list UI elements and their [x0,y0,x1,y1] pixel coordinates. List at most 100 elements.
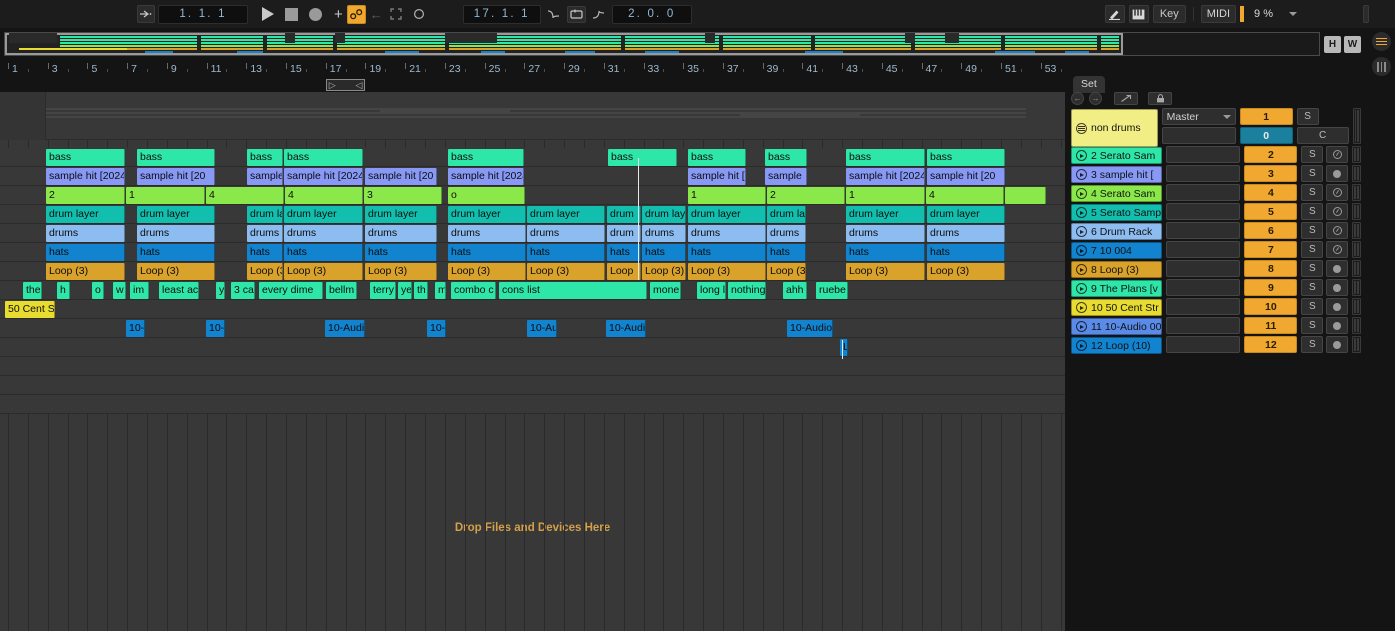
arrangement-clip[interactable]: hats [46,244,125,261]
arrangement-clip[interactable]: drum [607,206,641,223]
arrangement-clip[interactable]: ye [398,282,412,299]
track-output-selector[interactable] [1166,222,1241,239]
arrangement-clip[interactable]: bass [247,149,283,166]
arrangement-clip[interactable]: bass [46,149,125,166]
arrangement-clip[interactable]: drum layer [137,206,215,223]
arrangement-clip[interactable]: hats [607,244,641,261]
track-row[interactable]: 6 Drum Rack 6 S [1071,222,1361,241]
arrangement-clip[interactable]: hats [846,244,925,261]
solo-button[interactable]: S [1296,108,1319,125]
arrangement-clip[interactable]: nothing [728,282,766,299]
track-row[interactable]: 8 Loop (3) 8 S [1071,260,1361,279]
arrangement-clip[interactable]: th [414,282,428,299]
arrangement-clip[interactable]: bass [608,149,677,166]
punch-in-icon[interactable] [544,5,563,23]
track-activator-button[interactable]: 1 [1239,108,1293,125]
solo-button[interactable]: S [1301,317,1324,334]
crossfade-assign-button[interactable]: C [1296,127,1349,144]
track-output-selector[interactable] [1166,336,1241,353]
track-output-selector[interactable] [1166,146,1241,163]
back-arrow-icon[interactable]: ← [370,8,383,21]
track-name-cell[interactable]: 3 sample hit [ [1071,166,1163,183]
arrangement-clip[interactable]: drum layer [284,206,363,223]
arrangement-clip[interactable]: every dime [259,282,323,299]
arrangement-clip[interactable]: bass [846,149,925,166]
track-second-activator-button[interactable]: 0 [1239,127,1293,144]
solo-button[interactable]: S [1301,241,1324,258]
track-activator-button[interactable]: 11 [1244,317,1298,334]
track-name-cell[interactable]: non drums [1071,109,1158,147]
arrangement-clip[interactable]: drum layer [46,206,125,223]
arrangement-clip[interactable]: Loop (3) [137,263,215,280]
arrangement-clip[interactable]: y [216,282,225,299]
track-output-selector[interactable] [1166,279,1241,296]
play-icon[interactable] [262,7,274,21]
arm-record-button[interactable] [1326,146,1349,163]
loop-region-brace[interactable]: ▷ ◁ [325,79,366,91]
arrangement-clip[interactable]: drums [846,225,925,242]
arrangement-clip[interactable]: hats [688,244,766,261]
arrangement-clip[interactable]: Loop (3) [527,263,605,280]
arrangement-clip[interactable]: m [435,282,446,299]
arrangement-clip[interactable]: 50 Cent S [5,301,55,318]
track-output-selector[interactable] [1166,317,1241,334]
track-lane-empty[interactable] [0,395,1065,414]
set-tab[interactable]: Set [1073,76,1105,93]
arrangement-clip[interactable]: Loop (3 [247,263,283,280]
solo-button[interactable]: S [1301,260,1324,277]
arm-record-button[interactable] [1326,222,1349,239]
arrangement-clip[interactable]: bass [284,149,363,166]
arrangement-clip[interactable]: Loop (3) [284,263,363,280]
solo-button[interactable]: S [1301,222,1324,239]
arrangement-clip[interactable]: drum layer [527,206,605,223]
play-icon[interactable] [1076,188,1087,199]
keyboard-icon[interactable] [1128,5,1149,23]
arm-record-button[interactable] [1326,298,1349,315]
track-output-selector[interactable] [1166,241,1241,258]
track-output-selector[interactable] [1166,184,1241,201]
overview-h-button[interactable]: H [1324,35,1341,53]
punch-out-icon[interactable] [589,5,608,23]
arrangement-clip[interactable]: drum lay [642,206,686,223]
arrangement-clip[interactable] [1005,187,1046,204]
arrangement-clip[interactable]: drums [137,225,215,242]
circle-icon[interactable] [409,4,429,24]
arrangement-clip[interactable]: hats [767,244,806,261]
track-row[interactable]: 11 10-Audio 00 11 S [1071,317,1361,336]
loop-start-position[interactable]: 17. 1. 1 [462,4,541,24]
arrow-left-icon[interactable]: ← [1071,92,1084,105]
track-lane[interactable] [0,300,1065,319]
arrangement-clip[interactable]: drum la [767,206,806,223]
track-row[interactable]: 7 10 004 7 S [1071,241,1361,260]
arrangement-clip[interactable]: the [23,282,42,299]
arrangement-clip[interactable]: o [92,282,104,299]
loop-end-handle[interactable]: ◁ [356,81,363,90]
arrangement-clip[interactable]: hats [137,244,215,261]
arrangement-clip[interactable]: drums [46,225,125,242]
arrangement-clip[interactable]: 4 [285,187,363,204]
arrangement-clip[interactable]: 10-Audi [325,320,365,337]
arrangement-clip[interactable]: drums [767,225,806,242]
track-name-cell[interactable]: 9 The Plans [v [1071,280,1163,297]
arrangement-clip[interactable]: 10-Au [527,320,557,337]
pencil-icon[interactable] [1104,5,1125,23]
arrangement-clip[interactable]: drums [365,225,437,242]
overview-minimap[interactable] [4,32,1320,56]
track-name-cell[interactable]: 12 Loop (10) [1071,337,1163,354]
arrangement-clip[interactable]: im [130,282,149,299]
arrangement-clip[interactable]: drums [247,225,283,242]
arrangement-clip[interactable]: bellm [326,282,357,299]
arrangement-clip[interactable]: sample hit [2024 [284,168,363,185]
arrangement-clip[interactable]: hats [284,244,363,261]
arrangement-clip[interactable]: sample hit [2024 [846,168,925,185]
follow-arrow-icon[interactable] [137,5,155,23]
arrangement-clip[interactable]: drum layer [365,206,437,223]
arrangement-clip[interactable]: 10- [206,320,225,337]
arrangement-clip[interactable]: sample hit [20 [365,168,437,185]
arrangement-clip[interactable]: drum layer [448,206,526,223]
play-icon[interactable] [1076,264,1087,275]
track-output-selector[interactable] [1166,260,1241,277]
arrangement-clip[interactable]: least ac [159,282,199,299]
arrangement-clip[interactable]: drum layer [846,206,925,223]
arrangement-clip[interactable]: Loop (3) [46,263,125,280]
